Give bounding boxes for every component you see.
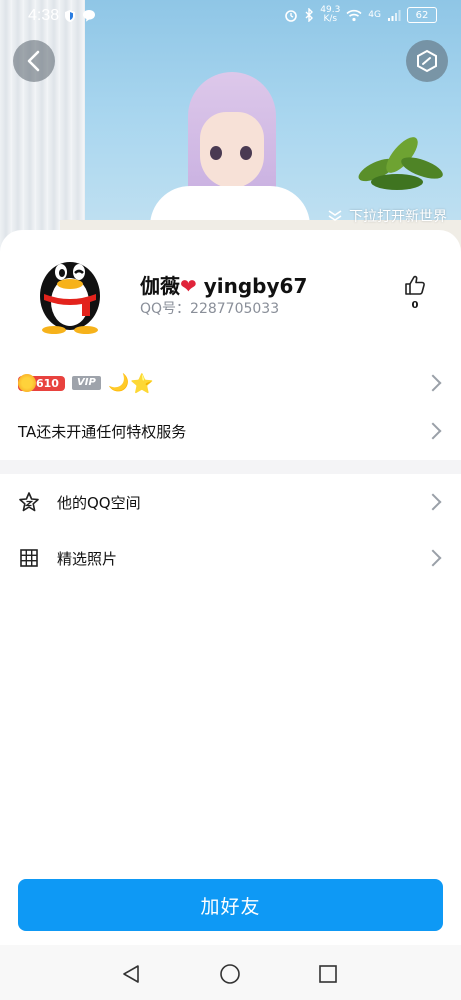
battery-level: 62 (415, 9, 429, 21)
qq-number-value: 2287705033 (190, 301, 280, 317)
privilege-text: TA还未开通任何特权服务 (18, 422, 187, 441)
nav-recent-apps-button[interactable] (317, 963, 339, 985)
star-icon: ⭐ (130, 373, 154, 395)
nickname-prefix: 伽薇 (140, 274, 180, 298)
moon-icon: 🌙 (108, 373, 130, 393)
add-friend-button[interactable]: 加好友 (18, 879, 443, 931)
profile-cover-banner[interactable]: 下拉打开新世界 (0, 0, 461, 260)
section-divider (0, 460, 461, 474)
chevron-right-icon (424, 374, 442, 392)
menu-item-qzone[interactable]: 他的QQ空间 (0, 490, 461, 514)
nav-home-button[interactable] (219, 963, 241, 985)
status-system-icons: 49.3 K/s 4G 62 (284, 6, 437, 24)
level-value: 610 (36, 376, 59, 390)
battery-indicator: 62 (407, 7, 437, 23)
profile-card: 伽薇❤ yingby67 QQ号：2287705033 0 610 VIP 🌙 … (0, 230, 461, 1000)
network-speed: 49.3 K/s (320, 6, 340, 24)
double-chevron-down-icon (328, 210, 342, 221)
pull-down-hint: 下拉打开新世界 (327, 206, 447, 226)
nickname-suffix: yingby67 (196, 274, 308, 298)
like-button[interactable]: 0 (400, 274, 430, 311)
qq-number: QQ号：2287705033 (140, 298, 279, 318)
nav-back-button[interactable] (120, 963, 142, 985)
system-navigation-bar (0, 945, 461, 1000)
status-bar: 4:38 49.3 K/s 4G 62 (0, 0, 461, 32)
signal-strength-icon (388, 9, 401, 21)
vip-badge: VIP (72, 376, 101, 390)
square-recent-icon (319, 965, 337, 983)
privilege-row[interactable]: TA还未开通任何特权服务 (0, 420, 461, 442)
alarm-icon (285, 10, 298, 22)
status-notification-icons (64, 9, 96, 23)
status-time: 4:38 (28, 7, 60, 24)
profile-nickname: 伽薇❤ yingby67 (140, 270, 307, 299)
chevron-right-icon (424, 422, 442, 440)
wifi-icon (346, 9, 362, 21)
qq-number-label: QQ号： (140, 301, 191, 317)
cover-settings-button[interactable] (406, 40, 448, 82)
grid-icon (18, 547, 40, 569)
network-speed-unit: K/s (323, 14, 338, 24)
avatar[interactable] (30, 244, 110, 334)
cover-character-eye (240, 146, 252, 160)
circle-home-icon (220, 964, 240, 984)
cover-character-eye (210, 146, 222, 160)
menu-item-photos[interactable]: 精选照片 (0, 546, 461, 570)
menu-item-label: 精选照片 (57, 549, 118, 568)
thumbs-up-icon (405, 275, 425, 295)
bluetooth-icon (305, 8, 314, 22)
profile-screen: 下拉打开新世界 4:38 49.3 K/s 4G 62 伽薇❤ yingby67… (0, 0, 461, 1000)
chevron-right-icon (424, 493, 442, 511)
signal-type: 4G (368, 10, 381, 20)
back-button[interactable] (13, 40, 55, 82)
hexagon-icon (417, 49, 437, 73)
pull-down-hint-text: 下拉打开新世界 (349, 209, 447, 225)
menu-item-label: 他的QQ空间 (57, 493, 141, 512)
shield-icon (65, 10, 75, 22)
badges-row[interactable]: 610 VIP 🌙 ⭐ (0, 371, 461, 395)
triangle-back-icon (123, 965, 139, 983)
sun-icon (18, 373, 36, 392)
level-badge: 610 (18, 373, 65, 392)
chat-bubble-icon (83, 10, 95, 22)
heart-icon: ❤ (180, 274, 197, 298)
chevron-left-icon (27, 50, 40, 72)
cover-plant-icon (358, 137, 443, 190)
star-outline-icon (18, 491, 40, 513)
chevron-right-icon (424, 549, 442, 567)
like-count: 0 (411, 300, 419, 311)
